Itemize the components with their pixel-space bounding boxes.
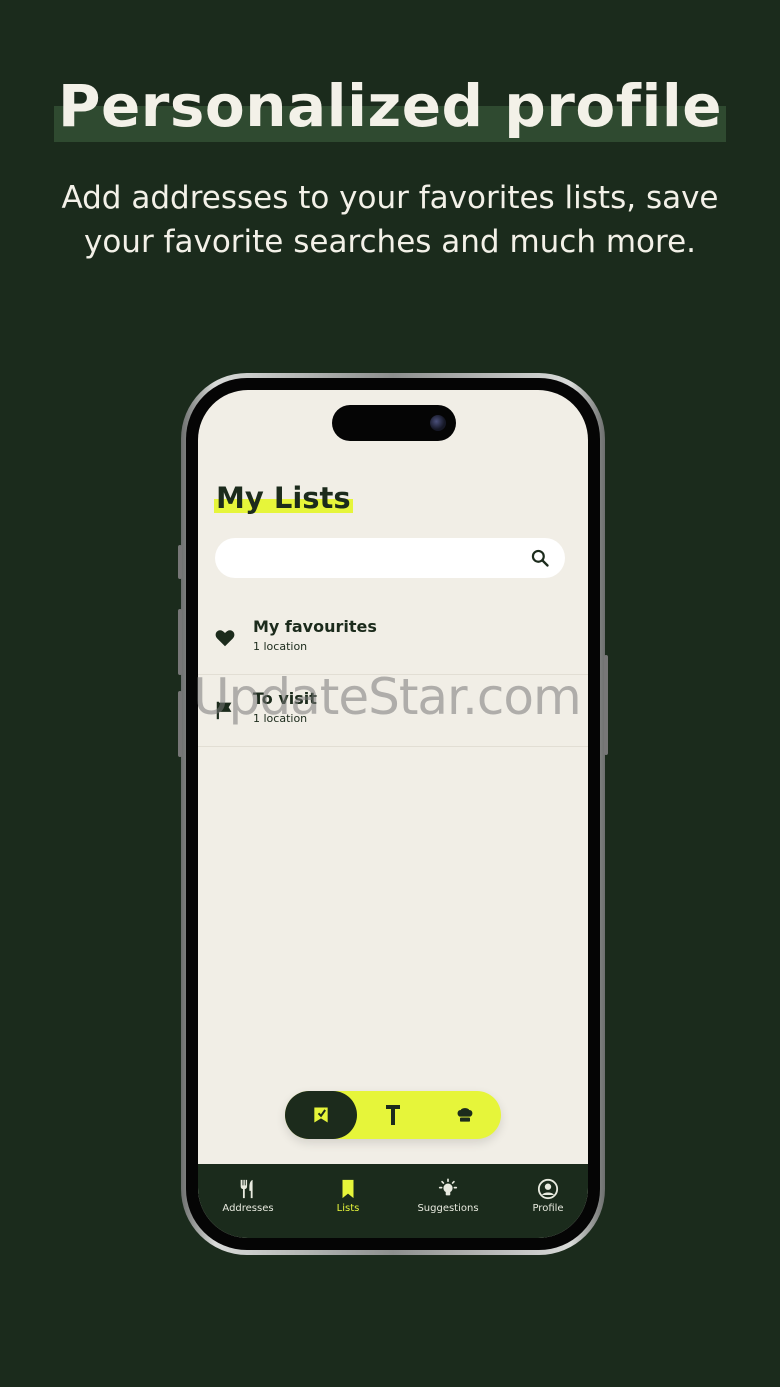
camera-icon	[430, 415, 446, 431]
heart-icon	[215, 630, 235, 647]
cutlery-icon	[240, 1179, 253, 1199]
volume-up-button	[178, 609, 182, 675]
promo-subtitle: Add addresses to your favorites lists, s…	[61, 180, 719, 260]
toggle-places[interactable]	[357, 1091, 429, 1139]
toggle-lists[interactable]	[285, 1091, 357, 1139]
page-title: My Lists	[214, 481, 353, 515]
search-input[interactable]	[215, 538, 565, 578]
app-screen: My Lists My favourites 1 location To vis…	[198, 390, 588, 1238]
list-name: My favourites	[253, 617, 377, 636]
promo-title: Personalized profile	[53, 72, 727, 142]
tab-profile[interactable]: Profile	[498, 1178, 588, 1214]
list-location-count: 1 location	[253, 640, 308, 653]
chef-hat-icon	[457, 1108, 473, 1122]
watermark: UpdateStar.com	[193, 668, 582, 726]
tab-addresses[interactable]: Addresses	[198, 1178, 298, 1214]
fork-icon	[386, 1105, 400, 1125]
dynamic-island	[332, 405, 456, 441]
promo-header: Personalized profile	[0, 72, 780, 142]
list-type-toggle	[285, 1091, 501, 1139]
bookmark-icon	[342, 1179, 354, 1199]
user-circle-icon	[537, 1178, 559, 1200]
tab-suggestions[interactable]: Suggestions	[398, 1178, 498, 1214]
volume-down-button	[178, 691, 182, 757]
list-item-favourites[interactable]: My favourites 1 location	[198, 603, 588, 675]
action-button	[178, 545, 182, 579]
toggle-chefs[interactable]	[429, 1091, 501, 1139]
lightbulb-icon	[438, 1178, 458, 1196]
tab-lists[interactable]: Lists	[298, 1178, 398, 1214]
bottom-tab-bar: Addresses Lists Suggestions Profile	[198, 1164, 588, 1238]
search-icon[interactable]	[530, 548, 550, 568]
phone-frame: My Lists My favourites 1 location To vis…	[178, 373, 608, 1255]
checked-flag-icon	[314, 1107, 328, 1123]
power-button	[604, 655, 608, 755]
